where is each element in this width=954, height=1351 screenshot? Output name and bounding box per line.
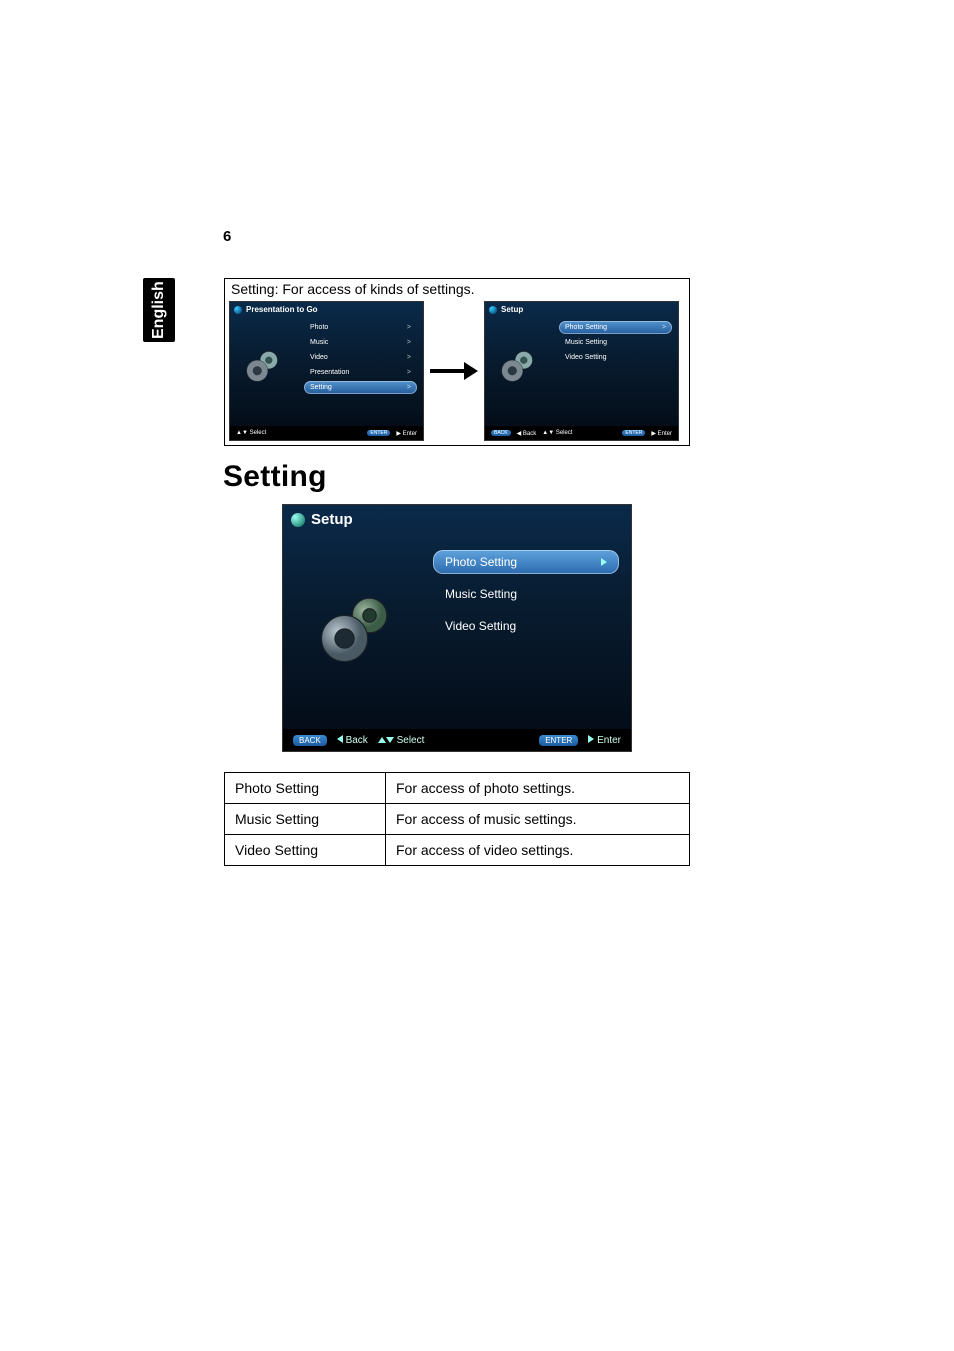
gear-icon (283, 534, 433, 720)
menu-item-label: Video (310, 354, 328, 361)
chevron-right-icon: > (407, 369, 411, 376)
select-hint: ▲▼ Select (542, 430, 572, 436)
footer-hints: BACK Back Select ENTER Enter (283, 729, 631, 751)
row-desc: For access of music settings. (386, 804, 690, 835)
menu-item-music[interactable]: Music > (304, 336, 417, 349)
select-hint: ▲▼ Select (236, 430, 266, 436)
menu-list: Photo Setting > Music Setting Video Sett… (553, 317, 678, 413)
setup-screen-large: Setup (282, 504, 632, 752)
setup-screen-small: Setup Photo Setting (484, 301, 679, 441)
menu-item-photo-setting[interactable]: Photo Setting (433, 550, 619, 574)
menu-item-video-setting[interactable]: Video Setting (433, 614, 619, 638)
menu-item-label: Photo Setting (565, 324, 607, 331)
menu-item-music-setting[interactable]: Music Setting (433, 582, 619, 606)
menu-item-label: Video Setting (565, 354, 607, 361)
table-row: Photo Setting For access of photo settin… (225, 773, 690, 804)
menu-item-label: Music Setting (565, 339, 607, 346)
menu-item-label: Photo Setting (445, 555, 517, 569)
updown-icon: ▲▼ (542, 430, 554, 436)
gear-icon (230, 317, 298, 413)
enter-pill: ENTER (622, 430, 645, 436)
menu-item-label: Setting (310, 384, 332, 391)
menu-item-label: Music (310, 339, 328, 346)
flow-arrow-icon (424, 362, 484, 380)
section-heading-setting: Setting (223, 460, 327, 494)
menu-item-video-setting[interactable]: Video Setting (559, 351, 672, 364)
chevron-right-icon: > (662, 324, 666, 331)
row-desc: For access of photo settings. (386, 773, 690, 804)
row-desc: For access of video settings. (386, 835, 690, 866)
box-caption: Setting: For access of kinds of settings… (225, 279, 689, 299)
menu-item-label: Music Setting (445, 587, 517, 601)
settings-description-table: Photo Setting For access of photo settin… (224, 772, 690, 866)
footer-hints: ▲▼ Select ENTER ▶ Enter (230, 426, 423, 440)
select-hint: Select (378, 735, 425, 746)
chevron-right-icon: > (407, 339, 411, 346)
screen-title-bar: Setup (485, 302, 678, 317)
presentation-to-go-screen: Presentation to Go Photo (229, 301, 424, 441)
enter-hint: ▶ Enter (396, 430, 417, 437)
gear-icon (485, 317, 553, 413)
left-icon (337, 735, 343, 743)
menu-item-music-setting[interactable]: Music Setting (559, 336, 672, 349)
back-pill: BACK (293, 735, 327, 746)
globe-icon (234, 306, 242, 314)
screen-title-bar: Presentation to Go (230, 302, 423, 317)
gear-orb-icon (489, 306, 497, 314)
menu-item-presentation[interactable]: Presentation > (304, 366, 417, 379)
screen-title: Setup (501, 305, 523, 314)
back-hint: Back (337, 735, 368, 746)
back-hint: ◀ Back (517, 430, 537, 437)
up-icon (378, 737, 386, 743)
screen-title: Setup (311, 511, 353, 528)
footer-hints: BACK ◀ Back ▲▼ Select ENTER ▶ Enter (485, 426, 678, 440)
gear-orb-icon (291, 513, 305, 527)
row-name: Music Setting (225, 804, 386, 835)
language-tab: English (143, 278, 175, 342)
right-icon: ▶ (396, 431, 401, 437)
screens-row: Presentation to Go Photo (225, 299, 689, 445)
right-icon (588, 735, 594, 743)
menu-item-label: Presentation (310, 369, 349, 376)
row-name: Video Setting (225, 835, 386, 866)
chevron-right-icon: > (407, 324, 411, 331)
menu-item-setting[interactable]: Setting > (304, 381, 417, 394)
table-row: Music Setting For access of music settin… (225, 804, 690, 835)
page-number: 6 (223, 228, 231, 245)
table-row: Video Setting For access of video settin… (225, 835, 690, 866)
left-icon: ◀ (517, 431, 522, 437)
menu-item-photo-setting[interactable]: Photo Setting > (559, 321, 672, 334)
menu-item-label: Photo (310, 324, 328, 331)
chevron-right-icon: > (407, 384, 411, 391)
down-icon (386, 737, 394, 743)
enter-pill: ENTER (367, 430, 390, 436)
enter-hint: ▶ Enter (651, 430, 672, 437)
menu-list: Photo > Music > Video > Presentation > (298, 317, 423, 413)
setting-overview-box: Setting: For access of kinds of settings… (224, 278, 690, 446)
menu-item-photo[interactable]: Photo > (304, 321, 417, 334)
chevron-right-icon (601, 558, 607, 566)
enter-pill: ENTER (539, 735, 578, 746)
back-pill: BACK (491, 430, 511, 436)
chevron-right-icon: > (407, 354, 411, 361)
right-icon: ▶ (651, 431, 656, 437)
menu-item-video[interactable]: Video > (304, 351, 417, 364)
row-name: Photo Setting (225, 773, 386, 804)
updown-icon: ▲▼ (236, 430, 248, 436)
setup-screen-large-wrap: Setup (282, 504, 632, 752)
enter-hint: Enter (588, 735, 621, 746)
menu-list: Photo Setting Music Setting Video Settin… (433, 534, 631, 720)
menu-item-label: Video Setting (445, 619, 516, 633)
screen-title-bar: Setup (283, 505, 631, 534)
screen-title: Presentation to Go (246, 305, 318, 314)
